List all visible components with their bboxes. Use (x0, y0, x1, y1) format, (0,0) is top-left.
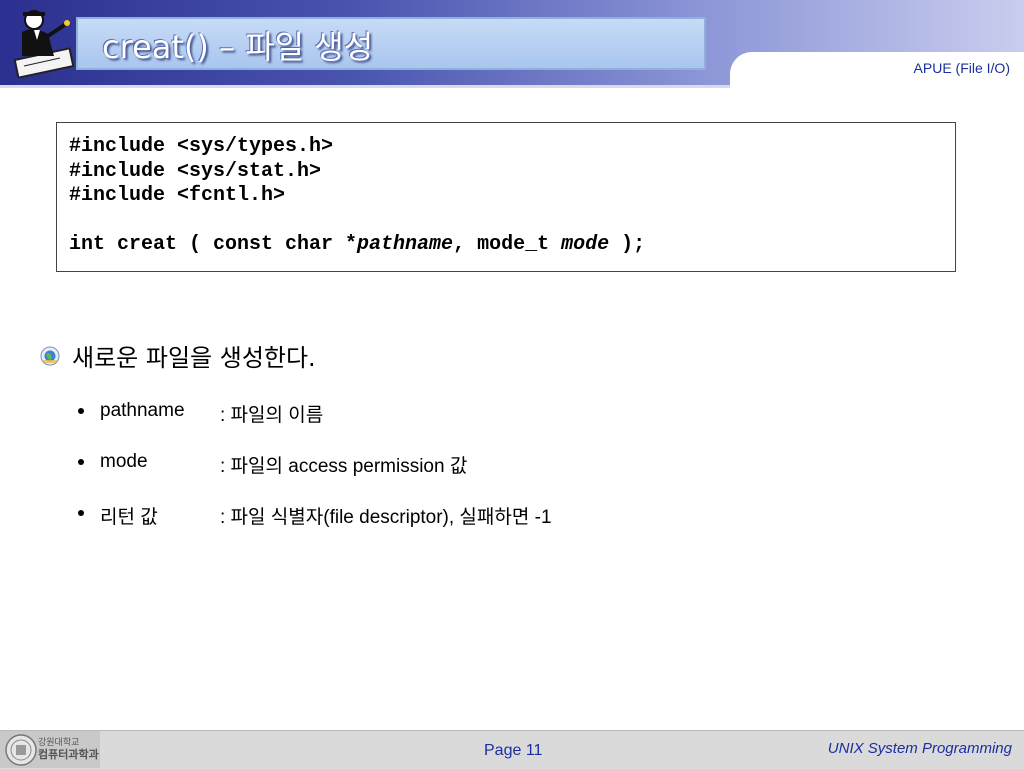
signature-arg-mode: mode (561, 233, 610, 256)
page-title: creat() – 파일 생성 (102, 28, 374, 66)
bullet-dot (78, 459, 84, 465)
page-number: Page 11 (484, 742, 543, 759)
globe-bullet-icon (40, 346, 60, 366)
course-title: UNIX System Programming (827, 740, 1012, 757)
man-writing-icon (10, 6, 82, 79)
item-term: 리턴 값 (100, 507, 158, 528)
section-tab-label: APUE (File I/O) (913, 60, 1010, 76)
code-line-include-stat: #include <sys/stat.h> (69, 160, 322, 183)
signature-suffix: ); (609, 233, 646, 256)
bullet-dot (78, 408, 84, 414)
item-desc: : 파일의 access permission 값 (220, 456, 468, 477)
signature-arg-pathname: pathname (357, 233, 454, 256)
item-desc: : 파일의 이름 (220, 405, 324, 426)
main-bullet: 새로운 파일을 생성한다. (40, 338, 316, 373)
code-line-include-types: #include <sys/types.h> (69, 135, 334, 158)
item-term: pathname (100, 400, 185, 421)
signature-middle: , mode_t (453, 233, 562, 256)
university-name: 강원대학교 컴퓨터과학과 (38, 738, 99, 760)
code-line-include-fcntl: #include <fcntl.h> (69, 184, 286, 207)
university-line-2: 컴퓨터과학과 (38, 748, 99, 761)
main-bullet-text: 새로운 파일을 생성한다. (72, 344, 316, 372)
code-line-signature: int creat ( const char *pathname, mode_t… (69, 233, 645, 256)
university-seal-icon (5, 734, 37, 766)
item-term: mode (100, 451, 148, 472)
bullet-dot (78, 510, 84, 516)
signature-prefix: int creat ( const char * (69, 233, 358, 256)
item-desc: : 파일 식별자(file descriptor), 실패하면 -1 (220, 507, 552, 528)
code-block: #include <sys/types.h> #include <sys/sta… (56, 122, 956, 272)
